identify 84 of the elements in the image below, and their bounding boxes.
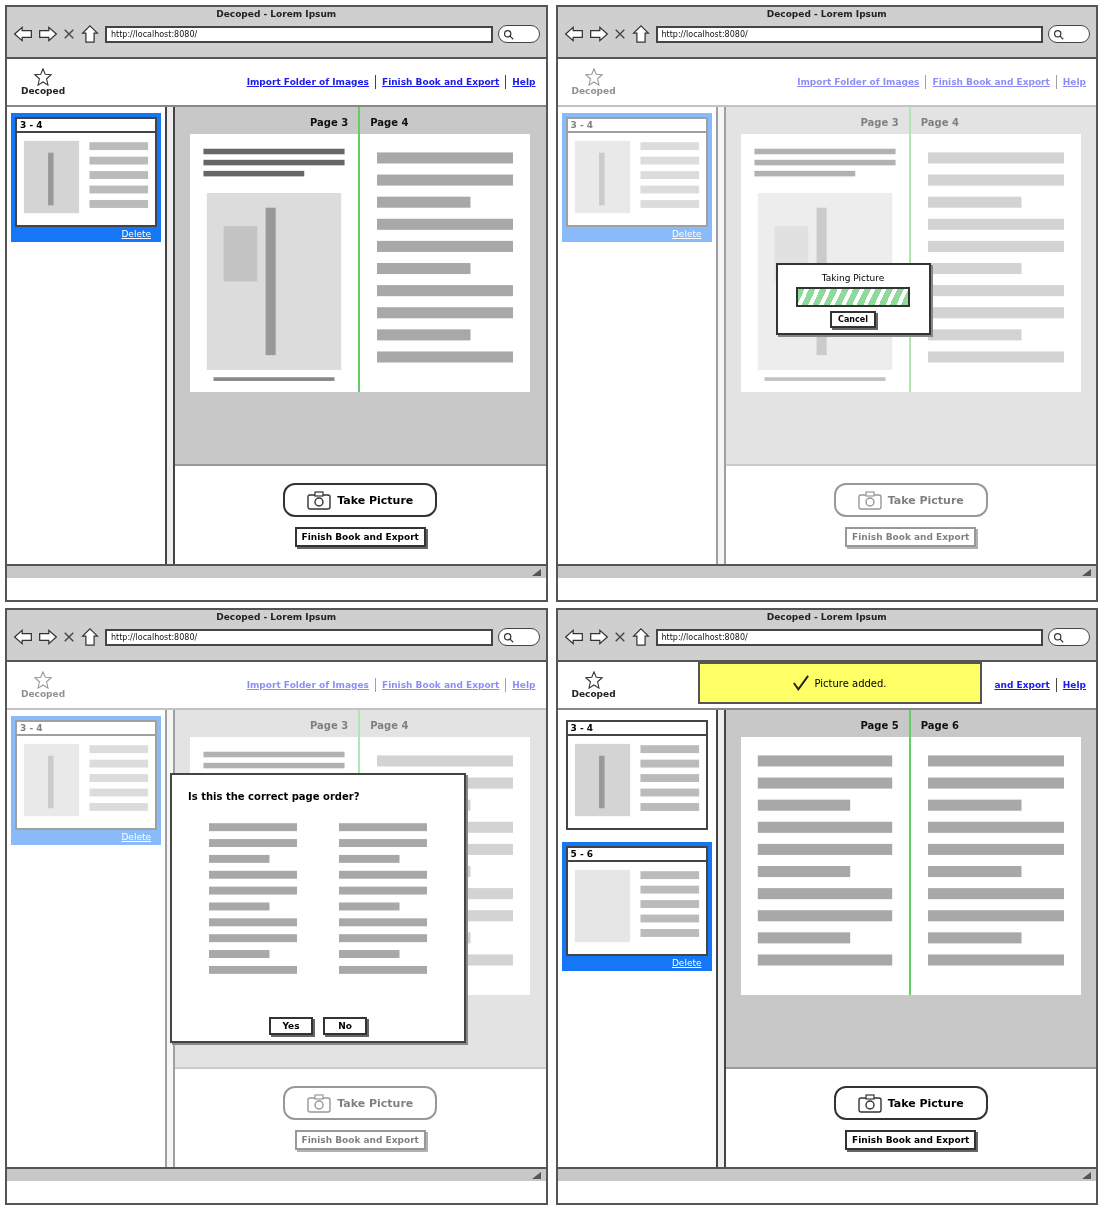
home-icon[interactable] xyxy=(630,628,651,646)
resize-grip-icon[interactable] xyxy=(530,1170,542,1180)
address-field[interactable]: http://localhost:8080/ xyxy=(655,25,1043,43)
search-icon xyxy=(502,631,514,643)
finish-button[interactable]: Finish Book and Export xyxy=(294,1130,426,1150)
back-icon[interactable] xyxy=(563,628,584,646)
scrollbar[interactable] xyxy=(715,710,726,1167)
page-label: Page 4 xyxy=(369,116,410,130)
back-icon[interactable] xyxy=(563,25,584,43)
forward-icon[interactable] xyxy=(38,25,58,43)
search-field[interactable] xyxy=(497,25,540,43)
page-label: Page 4 xyxy=(919,116,960,130)
app-name: Decoped xyxy=(21,86,66,96)
home-icon[interactable] xyxy=(80,25,100,43)
take-picture-button[interactable]: Take Picture xyxy=(283,1086,438,1120)
thumbnail-label: 3 - 4 xyxy=(567,119,706,133)
scrollbar[interactable] xyxy=(165,107,175,564)
page-label: Page 3 xyxy=(190,710,361,737)
take-picture-button[interactable]: Take Picture xyxy=(833,483,988,517)
star-icon xyxy=(584,68,603,86)
page-label: Page 3 xyxy=(740,107,911,134)
thumbnail-label: 3 - 4 xyxy=(17,722,155,736)
finish-button[interactable]: Finish Book and Export xyxy=(294,527,426,547)
window-title: Decoped - Lorem Ipsum xyxy=(765,8,888,21)
app-name: Decoped xyxy=(571,689,616,699)
back-icon[interactable] xyxy=(13,628,33,646)
resize-grip-icon[interactable] xyxy=(1081,1170,1092,1180)
resize-grip-icon[interactable] xyxy=(1081,567,1092,577)
take-picture-button[interactable]: Take Picture xyxy=(283,483,438,517)
app-name: Decoped xyxy=(571,86,616,96)
cancel-button[interactable]: Cancel xyxy=(830,311,876,328)
search-icon xyxy=(1053,631,1064,643)
address-field[interactable]: http://localhost:8080/ xyxy=(655,628,1043,646)
thumbnail-card[interactable]: 3 - 4 Delete xyxy=(11,716,161,845)
page-label: Page 6 xyxy=(919,719,960,733)
notification-text: Picture added. xyxy=(814,677,887,689)
address-field[interactable]: http://localhost:8080/ xyxy=(105,25,493,43)
header-link[interactable]: Help xyxy=(1062,680,1086,690)
close-icon[interactable] xyxy=(63,28,75,40)
camera-icon xyxy=(307,1093,332,1113)
app-name: Decoped xyxy=(21,689,66,699)
header-link[interactable]: Help xyxy=(512,77,536,87)
search-field[interactable] xyxy=(1048,25,1090,43)
header-link[interactable]: Import Folder of Images xyxy=(246,77,369,87)
dialog-title: Taking Picture xyxy=(821,273,885,283)
forward-icon[interactable] xyxy=(38,628,58,646)
page-label: Page 4 xyxy=(369,719,410,733)
thumbnail-card[interactable]: 3 - 4 Delete xyxy=(561,113,712,242)
close-icon[interactable] xyxy=(613,631,626,643)
search-field[interactable] xyxy=(497,628,540,646)
header-link[interactable]: and Export xyxy=(994,680,1050,690)
window-title: Decoped - Lorem Ipsum xyxy=(215,611,338,624)
back-icon[interactable] xyxy=(13,25,33,43)
finish-button[interactable]: Finish Book and Export xyxy=(845,1130,977,1150)
scrollbar[interactable] xyxy=(715,107,726,564)
close-icon[interactable] xyxy=(63,631,75,643)
window-title: Decoped - Lorem Ipsum xyxy=(215,8,338,21)
search-field[interactable] xyxy=(1048,628,1090,646)
close-icon[interactable] xyxy=(613,28,626,40)
star-icon xyxy=(34,671,53,689)
camera-icon xyxy=(857,1093,882,1113)
star-icon xyxy=(34,68,53,86)
resize-grip-icon[interactable] xyxy=(530,567,542,577)
take-picture-button[interactable]: Take Picture xyxy=(833,1086,988,1120)
search-icon xyxy=(502,28,514,40)
dialog-button[interactable]: No xyxy=(323,1017,367,1035)
delete-link[interactable]: Delete xyxy=(565,956,708,971)
finish-button[interactable]: Finish Book and Export xyxy=(845,527,977,547)
delete-link[interactable]: Delete xyxy=(15,227,157,242)
thumbnail-card[interactable]: 3 - 4 Delete xyxy=(11,113,161,242)
header-link[interactable]: Finish Book and Export xyxy=(382,77,500,87)
camera-icon xyxy=(857,490,882,510)
thumbnail-card[interactable]: 5 - 6 Delete xyxy=(561,842,712,971)
forward-icon[interactable] xyxy=(588,628,609,646)
forward-icon[interactable] xyxy=(588,25,609,43)
checkmark-icon xyxy=(792,675,811,691)
address-field[interactable]: http://localhost:8080/ xyxy=(105,628,493,646)
star-icon xyxy=(584,671,603,689)
home-icon[interactable] xyxy=(630,25,651,43)
dialog-button[interactable]: Yes xyxy=(269,1017,313,1035)
home-icon[interactable] xyxy=(80,628,100,646)
window-title: Decoped - Lorem Ipsum xyxy=(765,611,888,624)
search-icon xyxy=(1053,28,1064,40)
camera-icon xyxy=(307,490,332,510)
